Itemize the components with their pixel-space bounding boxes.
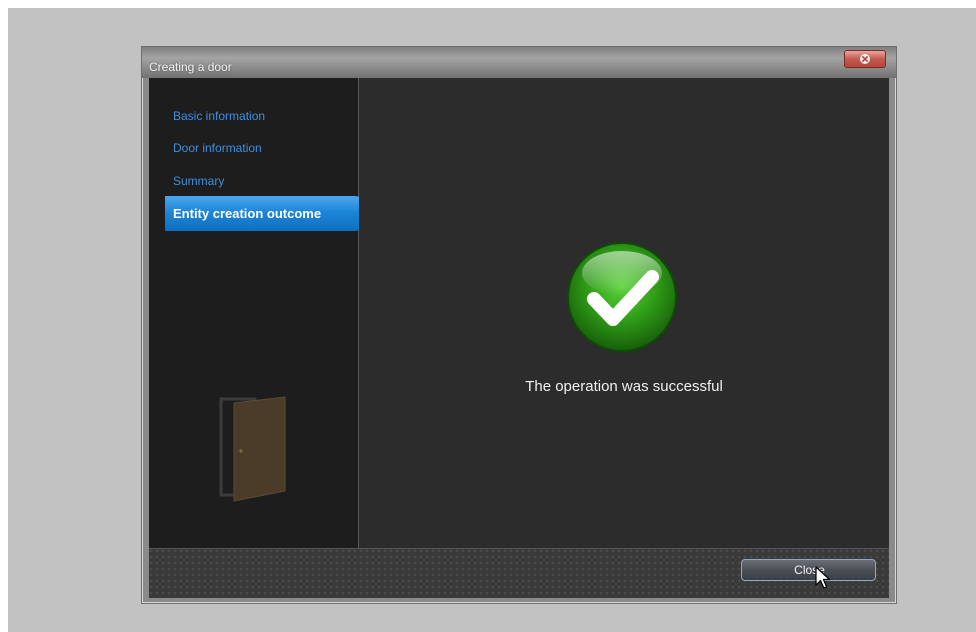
close-button-label: Close (794, 563, 825, 577)
checkmark-icon (567, 242, 677, 352)
sidebar-item-door-information[interactable]: Door information (173, 141, 262, 155)
dialog-title: Creating a door (149, 60, 232, 74)
title-bar[interactable]: Creating a door (142, 47, 896, 78)
close-icon (860, 54, 870, 64)
status-message: The operation was successful (525, 378, 723, 395)
mouse-cursor-icon (815, 566, 831, 589)
door-icon (219, 396, 286, 502)
wizard-sidebar: Basic information Door information Summa… (149, 78, 359, 548)
sidebar-item-summary[interactable]: Summary (173, 174, 224, 188)
sidebar-item-label: Entity creation outcome (173, 206, 322, 221)
dialog-footer: Close (149, 548, 889, 598)
creating-door-dialog: Creating a door Basic information Door i… (141, 46, 897, 604)
sidebar-item-basic-information[interactable]: Basic information (173, 109, 265, 123)
window-close-button[interactable] (844, 50, 886, 68)
sidebar-item-entity-creation-outcome[interactable]: Entity creation outcome (165, 196, 372, 231)
close-button[interactable]: Close (741, 559, 876, 581)
dialog-body: Basic information Door information Summa… (149, 78, 889, 598)
outcome-panel: The operation was successful (359, 78, 889, 548)
